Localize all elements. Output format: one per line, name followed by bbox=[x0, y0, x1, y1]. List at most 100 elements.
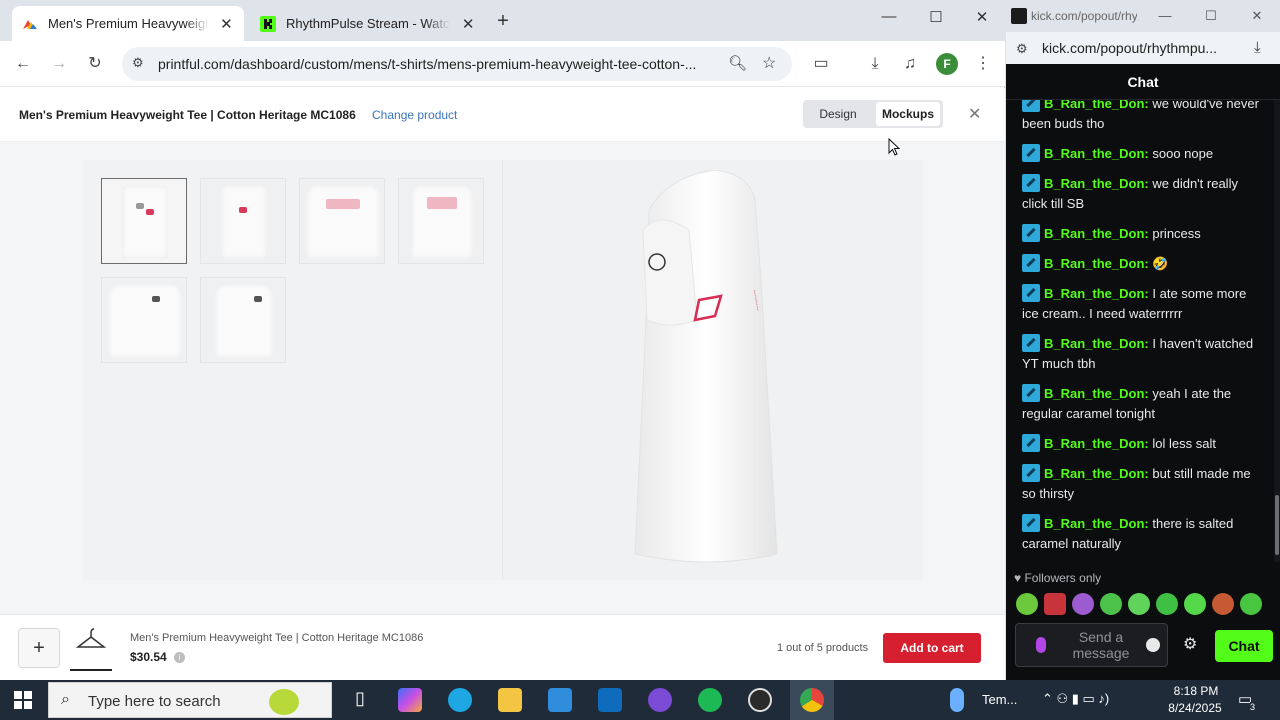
emote-icon[interactable] bbox=[1184, 593, 1206, 615]
menu-kebab-icon[interactable]: ⋮ bbox=[972, 53, 994, 75]
add-product-button[interactable]: + bbox=[18, 628, 60, 668]
chat-username[interactable]: B_Ran_the_Don bbox=[1044, 436, 1144, 451]
chat-username[interactable]: B_Ran_the_Don bbox=[1044, 176, 1144, 191]
emote-icon[interactable] bbox=[1016, 593, 1038, 615]
maximize-button[interactable]: ☐ bbox=[1201, 8, 1221, 24]
scroll-thumb[interactable] bbox=[1275, 495, 1279, 555]
chat-username[interactable]: B_Ran_the_Don bbox=[1044, 386, 1144, 401]
windows-taskbar: ⌕ Type here to search ▯ Tem... ⌃ ⚇ ▮ ▭ ♪… bbox=[0, 680, 1280, 720]
spotify-icon[interactable] bbox=[698, 688, 722, 712]
mockup-thumbnail[interactable] bbox=[398, 178, 484, 264]
new-tab-button[interactable]: + bbox=[494, 10, 512, 33]
emote-icon[interactable] bbox=[1044, 593, 1066, 615]
emote-icon[interactable] bbox=[1212, 593, 1234, 615]
mockup-thumbnail[interactable] bbox=[200, 178, 286, 264]
chat-username[interactable]: B_Ran_the_Don bbox=[1044, 226, 1144, 241]
chat-settings-gear-icon[interactable]: ⚙ bbox=[1183, 634, 1197, 654]
back-arrow-icon[interactable]: ← bbox=[12, 53, 34, 75]
popout-url[interactable]: kick.com/popout/rhythmpu... bbox=[1042, 40, 1224, 56]
downloads-icon[interactable]: ⤓ bbox=[864, 53, 886, 75]
window-close-button[interactable]: ✕ bbox=[1247, 8, 1267, 24]
address-bar[interactable]: ⚙ printful.com/dashboard/custom/mens/t-s… bbox=[122, 47, 792, 81]
reload-icon[interactable]: ↻ bbox=[84, 53, 106, 75]
mockup-thumbnail[interactable] bbox=[101, 178, 187, 264]
minimize-button[interactable]: — bbox=[877, 8, 901, 25]
url-text[interactable]: printful.com/dashboard/custom/mens/t-shi… bbox=[158, 56, 718, 72]
site-info-icon[interactable]: ⚙ bbox=[132, 55, 144, 71]
emote-icon[interactable] bbox=[1100, 593, 1122, 615]
file-explorer-icon[interactable] bbox=[498, 688, 522, 712]
emote-icon[interactable] bbox=[1072, 593, 1094, 615]
zoom-icon[interactable]: 🔍︎ bbox=[728, 54, 747, 72]
chat-send-button[interactable]: Chat bbox=[1215, 630, 1273, 662]
edge-icon[interactable] bbox=[448, 688, 472, 712]
chat-username[interactable]: B_Ran_the_Don bbox=[1044, 256, 1144, 271]
emoji-icon[interactable] bbox=[1146, 638, 1160, 652]
weather-widget[interactable]: Tem... bbox=[982, 692, 1017, 707]
chat-header: Chat bbox=[1006, 64, 1280, 100]
bottom-product-name: Men's Premium Heavyweight Tee | Cotton H… bbox=[130, 632, 424, 644]
bookmark-star-icon[interactable]: ☆ bbox=[762, 53, 776, 73]
mockup-thumbnail[interactable] bbox=[101, 277, 187, 363]
selected-product-thumbnail[interactable] bbox=[70, 627, 112, 671]
price-info-icon[interactable]: i bbox=[174, 652, 185, 663]
chat-message-input[interactable]: Send a message bbox=[1015, 623, 1168, 667]
forward-arrow-icon[interactable]: → bbox=[48, 53, 70, 75]
maximize-button[interactable]: ☐ bbox=[924, 8, 948, 26]
copilot-icon[interactable] bbox=[398, 688, 422, 712]
clock-time[interactable]: 8:18 PM bbox=[1166, 684, 1226, 698]
popout-titlebar: kick.com/popout/rhythmpulse/chat — ☐ ✕ bbox=[1006, 0, 1280, 32]
mockup-thumbnail[interactable] bbox=[299, 178, 385, 264]
system-tray-icons[interactable]: ⌃ ⚇ ▮ ▭ ♪) bbox=[1042, 691, 1109, 707]
add-to-cart-button[interactable]: Add to cart bbox=[883, 633, 981, 663]
popout-address-bar[interactable]: ⚙ kick.com/popout/rhythmpu... ⤓ bbox=[1006, 32, 1280, 64]
print-mark bbox=[427, 197, 457, 209]
moderator-badge-icon bbox=[1022, 254, 1040, 272]
window-close-button[interactable]: ✕ bbox=[970, 8, 994, 26]
moderator-badge-icon bbox=[1022, 384, 1040, 402]
shirt-front-image bbox=[215, 284, 273, 358]
chat-username[interactable]: B_Ran_the_Don bbox=[1044, 516, 1144, 531]
emote-icon[interactable] bbox=[1156, 593, 1178, 615]
chat-username[interactable]: B_Ran_the_Don bbox=[1044, 286, 1144, 301]
chat-message: B_Ran_the_Don: there is salted caramel n… bbox=[1022, 514, 1234, 551]
task-view-icon[interactable]: ▯ bbox=[348, 688, 372, 712]
store-icon[interactable] bbox=[548, 688, 572, 712]
tab-printful[interactable]: Men's Premium Heavyweight Tee ✕ bbox=[12, 6, 244, 41]
messenger-icon[interactable] bbox=[648, 688, 672, 712]
emote-icon[interactable] bbox=[1240, 593, 1262, 615]
media-controls-icon[interactable]: ♫ bbox=[899, 53, 921, 75]
chat-username[interactable]: B_Ran_the_Don bbox=[1044, 466, 1144, 481]
media-router-icon[interactable]: ▭ bbox=[810, 53, 832, 75]
tab-close-icon[interactable]: ✕ bbox=[219, 15, 234, 33]
chat-text: 🤣 bbox=[1148, 256, 1169, 271]
chrome-icon[interactable] bbox=[800, 688, 824, 712]
minimize-button[interactable]: — bbox=[1155, 8, 1175, 23]
taskbar-search-box[interactable]: ⌕ Type here to search bbox=[48, 682, 332, 718]
tab-strip: Men's Premium Heavyweight Tee ✕ RhythmPu… bbox=[0, 0, 1005, 41]
microphone-icon[interactable] bbox=[1036, 637, 1046, 653]
chat-scrollbar[interactable] bbox=[1274, 100, 1280, 562]
thumbnail-grid bbox=[83, 160, 503, 580]
mouse-cursor-icon bbox=[888, 138, 900, 156]
moderator-badge-icon bbox=[1022, 464, 1040, 482]
windows-start-icon[interactable] bbox=[14, 691, 32, 709]
site-info-icon[interactable]: ⚙ bbox=[1016, 41, 1028, 57]
close-icon[interactable]: ✕ bbox=[968, 104, 981, 124]
clock-date[interactable]: 8/24/2025 bbox=[1160, 701, 1230, 715]
browser-toolbar: ← → ↻ ⚙ printful.com/dashboard/custom/me… bbox=[0, 41, 1005, 87]
mockup-thumbnail[interactable] bbox=[200, 277, 286, 363]
emote-icon[interactable] bbox=[1128, 593, 1150, 615]
chat-username[interactable]: B_Ran_the_Don bbox=[1044, 146, 1144, 161]
tab-design[interactable]: Design bbox=[803, 100, 873, 128]
chat-username[interactable]: B_Ran_the_Don bbox=[1044, 100, 1144, 111]
chat-username[interactable]: B_Ran_the_Don bbox=[1044, 336, 1144, 351]
tab-mockups[interactable]: Mockups bbox=[876, 102, 940, 126]
profile-avatar[interactable]: F bbox=[936, 53, 958, 75]
tab-close-icon[interactable]: ✕ bbox=[460, 15, 476, 33]
obs-icon[interactable] bbox=[748, 688, 772, 712]
outlook-icon[interactable] bbox=[598, 688, 622, 712]
change-product-link[interactable]: Change product bbox=[372, 108, 457, 122]
downloads-icon[interactable]: ⤓ bbox=[1254, 39, 1261, 56]
tab-rhythmpulse[interactable]: RhythmPulse Stream - Watch Live ✕ bbox=[250, 6, 486, 41]
